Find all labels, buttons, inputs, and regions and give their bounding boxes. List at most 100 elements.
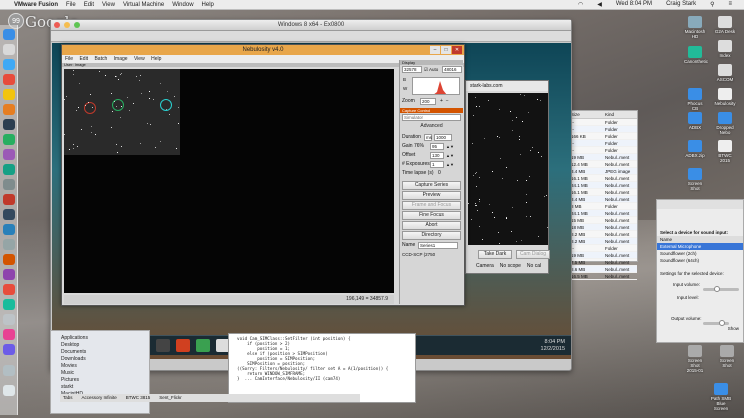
sidebar-item[interactable]: Pictures (51, 377, 149, 384)
finder-row[interactable]: 7.5 MB Nebul..ment (569, 259, 637, 266)
finder-row[interactable]: 3.4 MB JPEG image (569, 168, 637, 175)
output-volume-slider[interactable] (703, 320, 729, 326)
sound-device-row[interactable]: Soundflower (2ch) (657, 250, 743, 257)
frame-and-focus-button[interactable]: Frame and Focus (402, 201, 461, 210)
finder-row[interactable]: -- Folder (569, 140, 637, 147)
app2-dock-icon[interactable] (3, 329, 15, 340)
app-taskbar-icon[interactable] (156, 339, 170, 352)
menu-view[interactable]: View (134, 56, 145, 62)
terminal-dock-icon[interactable] (3, 119, 15, 130)
finder-row[interactable]: 16.5 MB Nebul..ment (569, 273, 637, 280)
finder-row[interactable]: 3.4 MB Nebul..ment (569, 196, 637, 203)
notes-dock-icon[interactable] (3, 89, 15, 100)
input-volume-slider[interactable] (703, 286, 739, 292)
sound-device-row[interactable]: Soundflower (64ch) (657, 257, 743, 264)
duration-input[interactable]: 1000 (434, 134, 452, 141)
itunes-dock-icon[interactable] (3, 149, 15, 160)
menubar-app-name[interactable]: VMware Fusion (14, 2, 58, 8)
minimize-icon[interactable]: – (430, 46, 440, 54)
star-marker-red[interactable] (84, 102, 96, 114)
messages-dock-icon[interactable] (3, 134, 15, 145)
zoom-buttons[interactable]: + − (440, 97, 449, 106)
offset-spinner-icon[interactable]: ▲▼ (446, 151, 454, 160)
desktop-icon[interactable]: Screen Shot (716, 345, 738, 368)
sidebar-item[interactable]: Desktop (51, 342, 149, 349)
finder-row[interactable]: 8.2 MB Nebul..ment (569, 231, 637, 238)
preferences-dock-icon[interactable] (3, 239, 15, 250)
series-name-input[interactable]: Series1 (418, 242, 458, 249)
cam-dialog-button[interactable]: Cam Dialog (516, 250, 550, 259)
menubar-view[interactable]: View (102, 2, 115, 8)
exposures-input[interactable]: 1 (430, 161, 444, 168)
finder-row[interactable]: 8 MB Folder (569, 203, 637, 210)
wifi-icon[interactable]: ◠ (578, 1, 583, 8)
finder-row[interactable]: -- Folder (569, 245, 637, 252)
close-icon[interactable]: ✕ (452, 46, 462, 54)
app-dock-icon[interactable] (3, 299, 15, 310)
white-level-input[interactable]: 48016 (442, 66, 462, 73)
auto-checkbox[interactable]: ☑ Auto (424, 65, 438, 74)
menubar-file[interactable]: File (66, 2, 76, 8)
photos-dock-icon[interactable] (3, 179, 15, 190)
desktop-icon[interactable]: G2A Desk (714, 16, 736, 34)
finder-row[interactable]: -- Folder (569, 119, 637, 126)
firefox-dock-icon[interactable] (3, 104, 15, 115)
finder-row[interactable]: 12.4 MB Nebul..ment (569, 161, 637, 168)
abort-button[interactable]: Abort (402, 221, 461, 230)
chrome-dock-icon[interactable] (3, 194, 15, 205)
notification-center-icon[interactable]: ≡ (728, 1, 732, 8)
show-volume-checkbox[interactable]: Show (657, 325, 743, 332)
finder-row[interactable]: 16.1 MB Nebul..ment (569, 189, 637, 196)
desktop-icon[interactable]: Dropped Nebo (714, 112, 736, 135)
safari-dock-icon[interactable] (3, 59, 15, 70)
desktop-icon[interactable]: BTWC 2015 (714, 140, 736, 163)
tab-item[interactable]: Sent_Flickr (156, 394, 182, 402)
menu-batch[interactable]: Batch (94, 56, 107, 62)
sidebar-item[interactable]: Music (51, 370, 149, 377)
finder-row[interactable]: 16.1 MB Nebul..ment (569, 175, 637, 182)
timelapse-value[interactable]: 0 (438, 169, 441, 178)
advanced-tab[interactable]: Advanced (402, 123, 461, 132)
code-editor[interactable]: void Cam_SIMClass::SetFilter (int positi… (228, 333, 416, 403)
nebulosity-titlebar[interactable]: Nebulosity v4.0 – □ ✕ (62, 45, 464, 55)
finder-dock-icon[interactable] (3, 29, 15, 40)
black-level-input[interactable]: 32578 (402, 66, 422, 73)
app-taskbar-icon[interactable] (196, 339, 210, 352)
volume-icon[interactable]: ◀ (597, 1, 602, 8)
maximize-icon[interactable]: □ (441, 46, 451, 54)
desktop-icon[interactable]: Nebulosity (714, 88, 736, 106)
exposures-spinner-icon[interactable]: ▲▼ (446, 160, 454, 169)
desktop-icon[interactable]: ADBX.zip (684, 140, 706, 158)
menubar-user[interactable]: Craig Stark (666, 1, 696, 8)
tab-item[interactable]: Accessory Infinite (79, 394, 117, 402)
sound-device-row[interactable]: External Microphone (657, 243, 743, 250)
sidebar-item[interactable]: Documents (51, 349, 149, 356)
gain-spinner-icon[interactable]: ▲▼ (446, 142, 454, 151)
tab-item[interactable]: Tabs (60, 394, 73, 402)
acrobat-dock-icon[interactable] (3, 284, 15, 295)
calendar-dock-icon[interactable] (3, 74, 15, 85)
onenote2-dock-icon[interactable] (3, 344, 15, 355)
menubar-edit[interactable]: Edit (84, 2, 94, 8)
menubar-window[interactable]: Window (172, 2, 193, 8)
app-taskbar-icon[interactable] (176, 339, 190, 352)
tab-item[interactable]: BTWC 3815 (123, 394, 151, 402)
finder-row[interactable]: 18 MB Nebul..ment (569, 224, 637, 231)
finder-row[interactable]: 8.6 MB Nebul..ment (569, 266, 637, 273)
textedit-dock-icon[interactable] (3, 314, 15, 325)
vmware-dock-icon[interactable] (3, 254, 15, 265)
finder-row[interactable]: 166 KB Folder (569, 133, 637, 140)
maps-dock-icon[interactable] (3, 164, 15, 175)
desktop-icon[interactable]: Canonthetic (684, 46, 708, 64)
finder-row[interactable]: 8.2 MB Nebul..ment (569, 238, 637, 245)
menubar-help[interactable]: Help (202, 2, 214, 8)
vmware-titlebar[interactable]: Windows 8 x64 - Ex0800 (51, 20, 571, 31)
directory-button[interactable]: Directory (402, 231, 461, 240)
desktop-icon[interactable]: Screen Shot (684, 168, 706, 191)
xcode-dock-icon[interactable] (3, 209, 15, 220)
desktop-icon[interactable]: Macintosh HD (684, 16, 706, 39)
trash-dock-icon[interactable] (3, 385, 15, 396)
menubar-clock[interactable]: Wed 8:04 PM (616, 1, 652, 8)
downloads-dock-icon[interactable] (3, 365, 15, 376)
finder-row[interactable]: 19 MB Nebul..ment (569, 252, 637, 259)
